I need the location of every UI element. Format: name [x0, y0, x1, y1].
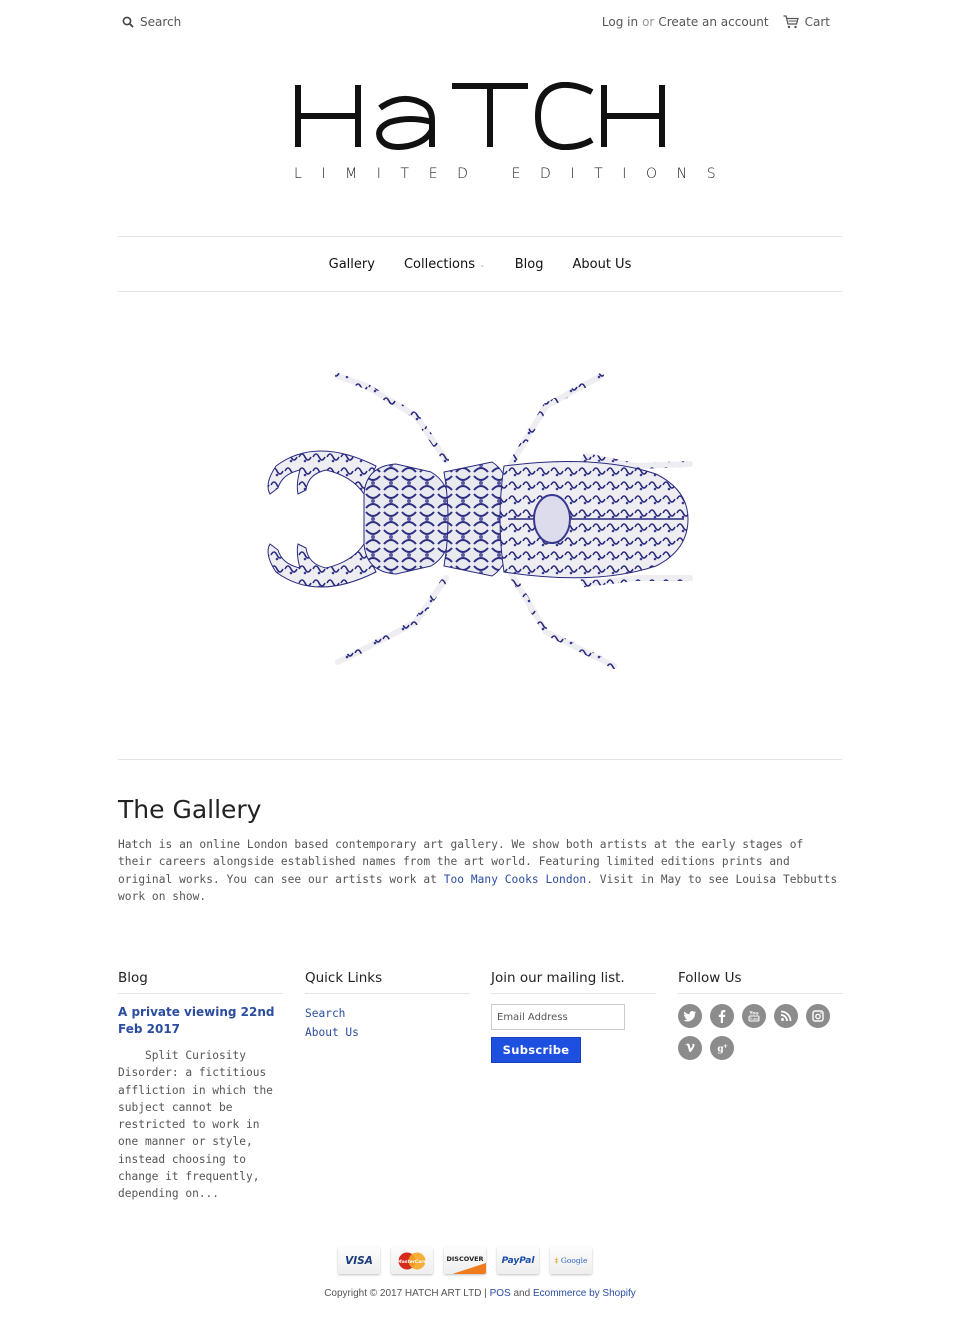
section-divider [118, 759, 842, 760]
pos-link[interactable]: POS [490, 1288, 511, 1299]
footer-follow-us: Follow Us You Tube g + [678, 970, 843, 1060]
login-link[interactable]: Log in [602, 15, 638, 29]
svg-text:MasterCard: MasterCard [397, 1259, 427, 1265]
discover-label: DISCOVER [446, 1255, 484, 1263]
mastercard-icon: MasterCard [391, 1247, 433, 1274]
nav-item-label: About Us [572, 256, 632, 272]
top-bar: Search Log in or Create an account Cart [118, 10, 842, 34]
google-checkout-icon: ‡ Google [550, 1247, 592, 1274]
subscribe-button[interactable]: Subscribe [491, 1037, 581, 1063]
payment-icons: VISA MasterCard DISCOVER PayPal ‡ Google [338, 1247, 592, 1274]
visa-label: VISA [345, 1254, 373, 1267]
instagram-icon[interactable] [806, 1004, 830, 1028]
visa-icon: VISA [338, 1247, 380, 1274]
cart-link[interactable]: Cart [783, 15, 830, 29]
paypal-label: PayPal [501, 1255, 535, 1266]
vimeo-icon[interactable] [678, 1036, 702, 1060]
chevron-down-icon: ⌄ [479, 259, 486, 269]
nav-item-label: Gallery [328, 256, 375, 272]
shopify-link[interactable]: Ecommerce by Shopify [533, 1288, 636, 1299]
cart-icon [783, 15, 799, 29]
blog-excerpt: Split Curiosity Disorder: a fictitious a… [118, 1049, 280, 1201]
logo-wordmark [295, 82, 665, 150]
hero-image[interactable] [256, 366, 702, 672]
discover-icon: DISCOVER [444, 1247, 486, 1274]
footer-blog: Blog A private viewing 22nd Feb 2017 Spl… [118, 970, 283, 1203]
search-link[interactable]: Search [122, 15, 181, 29]
rss-icon[interactable] [774, 1004, 798, 1028]
or-text: or [642, 15, 655, 29]
site-logo[interactable]: LIMITED EDITIONS [292, 82, 736, 188]
footer-blog-heading: Blog [118, 970, 283, 994]
google-label: ‡ Google [554, 1256, 588, 1265]
search-icon [122, 16, 134, 28]
nav-item-collections[interactable]: Collections ⌄ [389, 257, 500, 272]
main-nav: Gallery Collections ⌄ Blog About Us [118, 236, 842, 292]
footer-mailing-list: Join our mailing list. Subscribe [491, 970, 656, 1063]
google-plus-icon[interactable]: g + [710, 1036, 734, 1060]
email-field[interactable] [491, 1004, 625, 1030]
svg-text:Tube: Tube [749, 1016, 760, 1021]
nav-item-about-us[interactable]: About Us [558, 257, 646, 272]
footer-quick-links: Quick Links Search About Us [305, 970, 470, 1042]
twitter-icon[interactable] [678, 1004, 702, 1028]
logo-tagline: LIMITED EDITIONS [294, 166, 736, 182]
nav-item-blog[interactable]: Blog [500, 257, 558, 272]
create-account-link[interactable]: Create an account [658, 15, 768, 29]
nav-item-label: Collections [403, 256, 476, 272]
cart-label: Cart [804, 15, 830, 29]
social-icons: You Tube g + [678, 1004, 838, 1060]
youtube-icon[interactable]: You Tube [742, 1004, 766, 1028]
copyright: Copyright © 2017 HATCH ART LTD | POS and… [0, 1288, 960, 1299]
search-label: Search [140, 15, 182, 29]
footer-mailing-heading: Join our mailing list. [491, 970, 656, 994]
copyright-text: Copyright © 2017 HATCH ART LTD | [324, 1288, 490, 1299]
copyright-and: and [510, 1288, 533, 1299]
footer-quick-links-heading: Quick Links [305, 970, 470, 994]
nav-item-label: Blog [514, 256, 544, 272]
too-many-cooks-link[interactable]: Too Many Cooks London [444, 873, 587, 886]
quick-link-about-us[interactable]: About Us [305, 1023, 470, 1042]
page-title: The Gallery [118, 795, 262, 824]
quick-link-search[interactable]: Search [305, 1004, 470, 1023]
svg-text:+: + [723, 1043, 728, 1050]
footer-follow-heading: Follow Us [678, 970, 843, 994]
paypal-icon: PayPal [497, 1247, 539, 1274]
account-links: Log in or Create an account Cart [602, 15, 830, 29]
gallery-description: Hatch is an online London based contempo… [118, 836, 842, 906]
facebook-icon[interactable] [710, 1004, 734, 1028]
nav-item-gallery[interactable]: Gallery [314, 257, 389, 272]
blog-post-link[interactable]: A private viewing 22nd Feb 2017 [118, 1004, 283, 1038]
